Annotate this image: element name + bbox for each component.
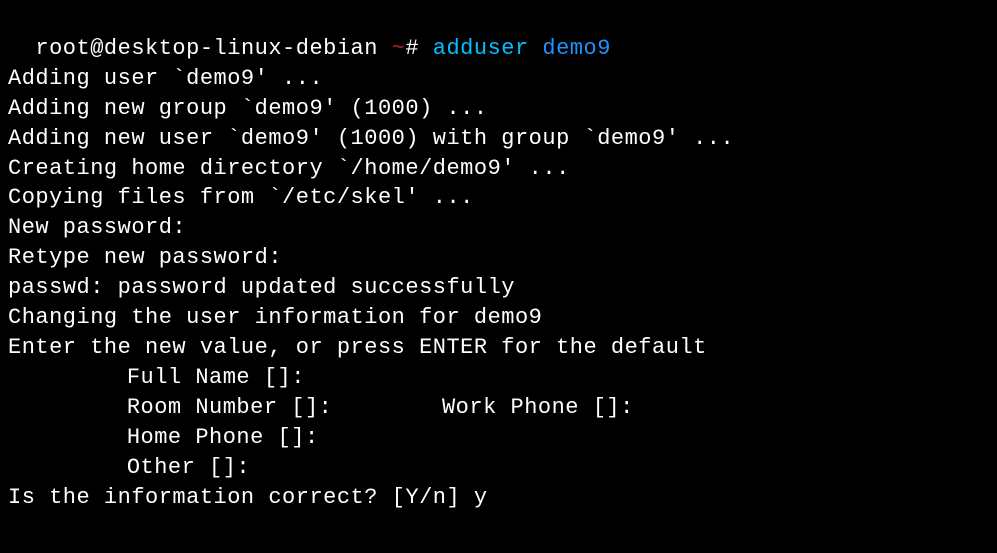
field-other: Other []: <box>8 453 989 483</box>
field-full-name: Full Name []: <box>8 363 989 393</box>
output-line: Adding new group `demo9' (1000) ... <box>8 94 989 124</box>
field-room-work: Room Number []: Work Phone []: <box>8 393 989 423</box>
field-label: Other []: <box>127 455 250 480</box>
field-label: Home Phone []: <box>127 425 319 450</box>
command: adduser <box>433 36 543 61</box>
prompt-line: root@desktop-linux-debian ~# adduser dem… <box>8 4 989 64</box>
output-line: Retype new password: <box>8 243 989 273</box>
prompt-user-host: root@desktop-linux-debian <box>35 36 391 61</box>
prompt-tilde: ~ <box>392 36 406 61</box>
field-label: Full Name []: <box>127 365 305 390</box>
output-line: passwd: password updated successfully <box>8 273 989 303</box>
output-line: New password: <box>8 213 989 243</box>
field-label: Room Number []: <box>127 395 333 420</box>
output-line: Adding new user `demo9' (1000) with grou… <box>8 124 989 154</box>
command-arg: demo9 <box>542 36 611 61</box>
output-line: Copying files from `/etc/skel' ... <box>8 183 989 213</box>
output-line: Enter the new value, or press ENTER for … <box>8 333 989 363</box>
output-line: Changing the user information for demo9 <box>8 303 989 333</box>
prompt-hash: # <box>405 36 432 61</box>
output-line: Adding user `demo9' ... <box>8 64 989 94</box>
field-home-phone: Home Phone []: <box>8 423 989 453</box>
field-label: Work Phone []: <box>442 395 634 420</box>
output-line: Creating home directory `/home/demo9' ..… <box>8 154 989 184</box>
confirm-line[interactable]: Is the information correct? [Y/n] y <box>8 483 989 513</box>
